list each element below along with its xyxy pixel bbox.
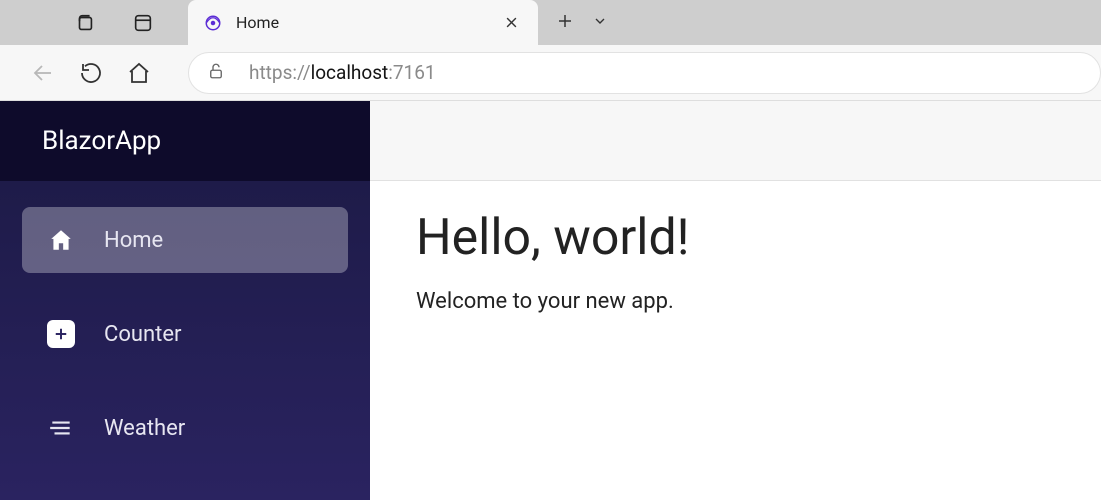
browser-tab-strip: Home xyxy=(0,0,1101,45)
url-protocol: https:// xyxy=(249,61,311,84)
nav-list: Home Counter xyxy=(0,181,370,461)
sidebar-item-weather[interactable]: Weather xyxy=(22,395,348,461)
blazor-favicon xyxy=(204,14,222,32)
home-icon xyxy=(46,225,76,255)
sidebar-item-counter[interactable]: Counter xyxy=(22,301,348,367)
url-text: https://localhost:7161 xyxy=(249,61,436,84)
sidebar-item-label: Weather xyxy=(104,416,185,441)
new-tab-icon[interactable] xyxy=(556,12,574,34)
browser-toolbar: https://localhost:7161 xyxy=(0,45,1101,100)
back-button[interactable] xyxy=(20,50,66,96)
refresh-button[interactable] xyxy=(68,50,114,96)
tab-menu-chevron-icon[interactable] xyxy=(592,13,608,33)
url-host: localhost xyxy=(311,61,389,84)
main-content: Hello, world! Welcome to your new app. xyxy=(370,101,1101,500)
tab-overview-icon[interactable] xyxy=(68,6,102,40)
browser-tab[interactable]: Home xyxy=(188,0,538,45)
app-name: BlazorApp xyxy=(42,126,161,156)
home-button[interactable] xyxy=(116,50,162,96)
list-icon xyxy=(46,413,76,443)
lock-icon xyxy=(207,62,225,84)
plus-icon xyxy=(46,319,76,349)
sidebar-item-label: Home xyxy=(104,228,163,253)
sidebar-item-label: Counter xyxy=(104,322,181,347)
sidebar-item-home[interactable]: Home xyxy=(22,207,348,273)
address-bar[interactable]: https://localhost:7161 xyxy=(188,52,1101,94)
window-icon[interactable] xyxy=(126,6,160,40)
app-viewport: BlazorApp Home Co xyxy=(0,100,1101,500)
page-subtext: Welcome to your new app. xyxy=(416,289,1055,314)
tab-actions xyxy=(538,12,608,34)
close-tab-icon[interactable] xyxy=(500,12,522,34)
url-port: :7161 xyxy=(388,61,435,84)
content-body: Hello, world! Welcome to your new app. xyxy=(370,181,1101,342)
tab-title: Home xyxy=(236,13,486,32)
content-top-bar xyxy=(370,101,1101,181)
sidebar-header: BlazorApp xyxy=(0,101,370,181)
sidebar: BlazorApp Home Co xyxy=(0,101,370,500)
page-heading: Hello, world! xyxy=(416,209,1055,267)
